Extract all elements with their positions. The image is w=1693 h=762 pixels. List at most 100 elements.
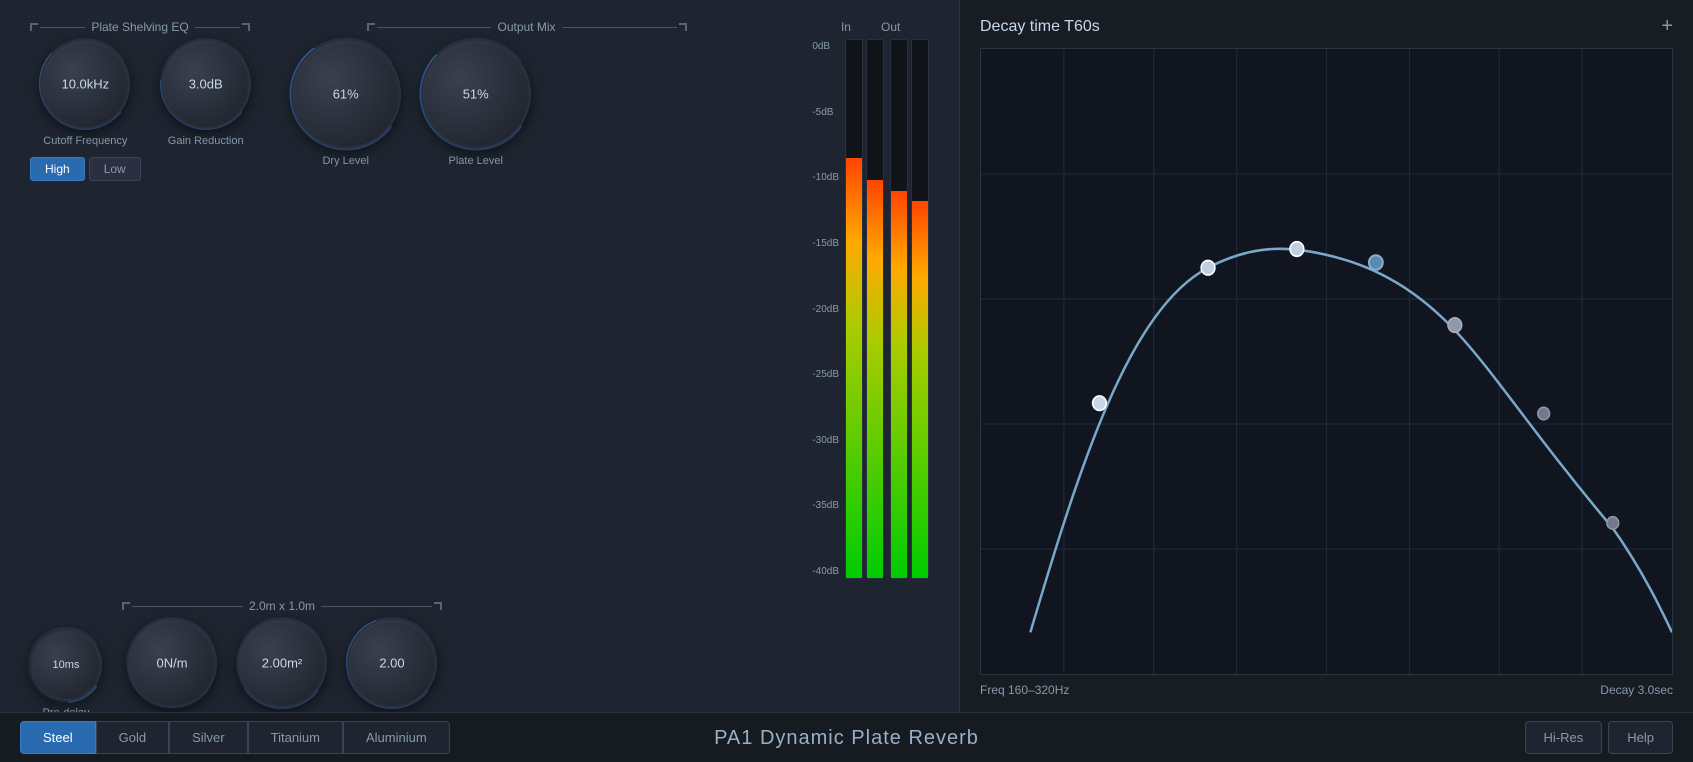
area-knob-bg: 2.00m² xyxy=(237,618,327,708)
dry-label: Dry Level xyxy=(322,155,368,167)
area-value: 2.00m² xyxy=(239,656,325,671)
vu-out-fill-1 xyxy=(891,191,907,578)
predelay-knob[interactable]: 10ms xyxy=(30,629,102,701)
preset-steel-btn[interactable]: Steel xyxy=(20,721,96,754)
gain-label: Gain Reduction xyxy=(168,135,244,147)
vu-out-fill-2 xyxy=(912,201,928,578)
preset-aluminium-btn[interactable]: Aluminium xyxy=(343,721,450,754)
bottom-row: 10ms Pre-delay 2.0m x 1.0m xyxy=(30,599,929,712)
vu-in-label: In xyxy=(841,20,851,34)
tension-knob[interactable]: 0N/m xyxy=(127,618,217,708)
vu-out-label: Out xyxy=(881,20,900,34)
shelving-header: Plate Shelving EQ xyxy=(30,20,250,34)
dry-value: 61% xyxy=(293,87,399,102)
cutoff-value: 10.0kHz xyxy=(42,77,128,92)
decay-graph[interactable] xyxy=(980,48,1673,675)
plate-level-container: 51% Plate Level xyxy=(421,39,531,167)
vu-in-fill-2 xyxy=(867,180,883,578)
high-button[interactable]: High xyxy=(30,157,85,181)
decay-header: Decay time T60s + xyxy=(980,15,1673,38)
dry-knob[interactable]: 61% xyxy=(291,39,401,149)
predelay-knob-bg: 10ms xyxy=(30,629,102,701)
preset-gold-btn[interactable]: Gold xyxy=(96,721,169,754)
hires-button[interactable]: Hi-Res xyxy=(1525,721,1603,754)
plate-params-knobs: 0N/m Plate Tension xyxy=(127,618,437,712)
preset-silver-btn[interactable]: Silver xyxy=(169,721,248,754)
gain-knob[interactable]: 3.0dB xyxy=(161,39,251,129)
decay-title: Decay time T60s xyxy=(980,18,1100,36)
right-panel: Decay time T60s + xyxy=(960,0,1693,712)
output-mix-label: Output Mix xyxy=(491,20,561,34)
vu-in-fill-1 xyxy=(846,158,862,578)
decay-node-5[interactable] xyxy=(1607,517,1619,530)
aspect-value: 2.00 xyxy=(349,656,435,671)
aspect-container: 2.00 Aspect Ratio xyxy=(347,618,437,712)
bottom-bar: Steel Gold Silver Titanium Aluminium PA1… xyxy=(0,712,1693,762)
plate-dims-label: 2.0m x 1.0m xyxy=(243,599,321,613)
vu-scale-30db: -30dB xyxy=(812,435,839,446)
aspect-knob[interactable]: 2.00 xyxy=(347,618,437,708)
vu-in-bar-1 xyxy=(845,39,863,579)
decay-footer: Freq 160–320Hz Decay 3.0sec xyxy=(980,683,1673,697)
decay-node-1[interactable] xyxy=(1201,260,1215,275)
vu-out-bar-1 xyxy=(890,39,908,579)
plate-level-label: Plate Level xyxy=(448,155,502,167)
vu-scale-15db: -15dB xyxy=(812,238,839,249)
vu-in-bar-2 xyxy=(866,39,884,579)
decay-node-active[interactable] xyxy=(1369,255,1383,270)
vu-scale-35db: -35dB xyxy=(812,500,839,511)
decay-node-4[interactable] xyxy=(1538,407,1550,420)
vu-out-bar-2 xyxy=(911,39,929,579)
shelving-eq-section: Plate Shelving EQ xyxy=(30,20,251,181)
vu-scale-5db: -5dB xyxy=(812,107,839,118)
plate-level-knob-bg: 51% xyxy=(421,39,531,149)
predelay-container: 10ms Pre-delay xyxy=(30,629,102,712)
vu-labels: In Out xyxy=(841,20,900,34)
gain-knob-bg: 3.0dB xyxy=(161,39,251,129)
tension-value: 0N/m xyxy=(129,656,215,671)
decay-node-2[interactable] xyxy=(1290,242,1304,257)
vu-scale-0db: 0dB xyxy=(812,41,839,52)
predelay-value: 10ms xyxy=(32,659,100,671)
cutoff-label: Cutoff Frequency xyxy=(43,135,127,147)
cutoff-knob-bg: 10.0kHz xyxy=(40,39,130,129)
decay-curve-svg xyxy=(981,49,1672,674)
plate-level-value: 51% xyxy=(423,87,529,102)
low-button[interactable]: Low xyxy=(89,157,141,181)
help-button[interactable]: Help xyxy=(1608,721,1673,754)
area-knob[interactable]: 2.00m² xyxy=(237,618,327,708)
plate-level-knob[interactable]: 51% xyxy=(421,39,531,149)
vu-scale-20db: -20dB xyxy=(812,304,839,315)
gain-value: 3.0dB xyxy=(163,77,249,92)
vu-out-bars xyxy=(890,39,929,579)
cutoff-knob[interactable]: 10.0kHz xyxy=(40,39,130,129)
tension-container: 0N/m Plate Tension xyxy=(127,618,217,712)
decay-plus-icon[interactable]: + xyxy=(1661,15,1673,38)
dry-knob-bg: 61% xyxy=(291,39,401,149)
decay-node-3[interactable] xyxy=(1448,318,1462,333)
output-mix-header: Output Mix xyxy=(367,20,687,34)
preset-buttons: Steel Gold Silver Titanium Aluminium xyxy=(20,721,450,754)
high-low-buttons: High Low xyxy=(30,157,141,181)
app-title: PA1 Dynamic Plate Reverb xyxy=(714,727,979,750)
vu-scale: 0dB -5dB -10dB -15dB -20dB -25dB -30dB -… xyxy=(812,39,839,579)
dry-knob-container: 61% Dry Level xyxy=(291,39,401,167)
decay-node-left[interactable] xyxy=(1093,396,1107,411)
freq-label: Freq 160–320Hz xyxy=(980,683,1069,697)
plate-dims-section: 2.0m x 1.0m 0N/m xyxy=(122,599,442,712)
left-panel: Plate Shelving EQ xyxy=(0,0,960,712)
vu-scale-10db: -10dB xyxy=(812,172,839,183)
vu-display: 0dB -5dB -10dB -15dB -20dB -25dB -30dB -… xyxy=(812,39,929,579)
preset-titanium-btn[interactable]: Titanium xyxy=(248,721,343,754)
aspect-knob-bg: 2.00 xyxy=(347,618,437,708)
vu-scale-25db: -25dB xyxy=(812,369,839,380)
output-mix-knobs: 61% Dry Level 51% xyxy=(291,39,531,167)
tension-knob-bg: 0N/m xyxy=(127,618,217,708)
vu-scale-40db: -40dB xyxy=(812,566,839,577)
cutoff-knob-container: 10.0kHz Cutoff Frequency High Low xyxy=(30,39,141,181)
shelving-eq-label: Plate Shelving EQ xyxy=(85,20,194,34)
vu-meter-section: In Out 0dB -5dB -10dB -15dB -20dB -25dB … xyxy=(812,20,929,579)
shelving-knobs: 10.0kHz Cutoff Frequency High Low xyxy=(30,39,251,181)
area-container: 2.00m² Plate Area xyxy=(237,618,327,712)
output-mix-section: Output Mix xyxy=(291,20,763,167)
